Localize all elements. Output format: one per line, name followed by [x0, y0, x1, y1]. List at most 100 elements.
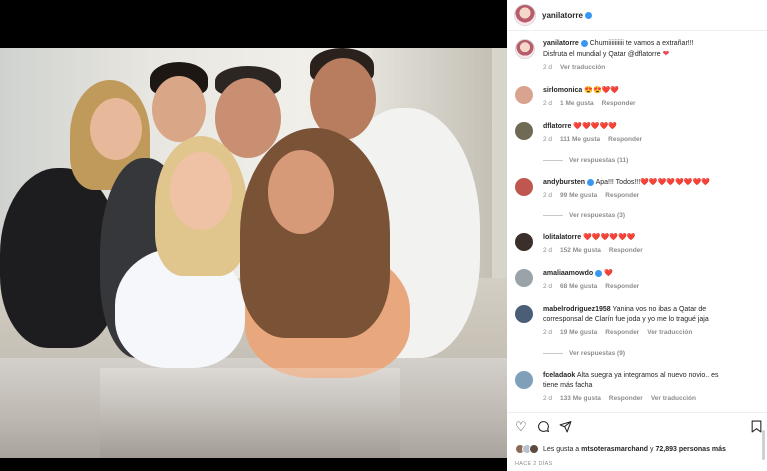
scrollbar[interactable] — [762, 430, 765, 460]
caption-username[interactable]: yanilatorre — [543, 40, 579, 47]
comment-text-1: Yanina vos no ibas a Qatar de — [612, 306, 707, 313]
caption-meta: 2 d Ver traducción — [543, 63, 761, 73]
reply-button[interactable]: Responder — [609, 247, 643, 254]
author-username[interactable]: yanilatorre — [542, 11, 583, 20]
comment-likes[interactable]: 111 Me gusta — [560, 136, 600, 143]
comment-likes[interactable]: 152 Me gusta — [560, 247, 601, 254]
comment-username[interactable]: andybursten — [543, 179, 585, 186]
comment-likes[interactable]: 133 Me gusta — [560, 395, 601, 402]
verified-badge-icon — [595, 269, 603, 277]
comment-likes[interactable]: 99 Me gusta — [560, 192, 597, 199]
comment-username[interactable]: mabelrodriguez1958 — [543, 306, 611, 313]
photo-reflection — [100, 368, 400, 458]
comment-body: andybursten Apa!!! Todos!!!❤️❤️❤️❤️❤️❤️❤… — [543, 178, 761, 201]
comment-username[interactable]: lolitalatorre — [543, 234, 581, 241]
divider — [507, 412, 767, 413]
likes-middle: y — [650, 445, 654, 453]
comment-text-2: corresponsal de Clarín fue joda y yo me … — [543, 316, 709, 323]
liker-avatar — [529, 444, 539, 454]
reply-button[interactable]: Responder — [609, 395, 643, 402]
comment-text: Apa!!! Todos!!!❤️❤️❤️❤️❤️❤️❤️❤️ — [595, 179, 710, 186]
comment-meta: 2 d 111 Me gusta Responder — [543, 135, 761, 145]
comment-text: ❤️❤️❤️❤️❤️ — [573, 123, 617, 130]
view-replies-button[interactable]: Ver respuestas (9) — [543, 350, 625, 357]
comment-body: amaliaamowdo ❤️ 2 d 68 Me gusta Responder — [543, 269, 761, 292]
comment-meta: 2 d 1 Me gusta Responder — [543, 99, 761, 109]
view-replies-button[interactable]: Ver respuestas (11) — [543, 157, 628, 164]
comment-meta: 2 d 68 Me gusta Responder — [543, 282, 761, 292]
comment-text: 😍😍❤️❤️ — [584, 87, 620, 94]
comment-meta: 2 d 19 Me gusta Responder Ver traducción — [543, 328, 761, 338]
comments-panel: yanilatorre yanilatorre Chumiiiiiiiiii t… — [507, 0, 767, 471]
comment-likes[interactable]: 1 Me gusta — [560, 100, 594, 107]
author-avatar[interactable] — [514, 4, 536, 26]
comment-meta: 2 d 133 Me gusta Responder Ver traducción — [543, 394, 761, 404]
comment-text-1: Alta suegra ya integramos al nuevo novio… — [576, 372, 719, 379]
photo-person-1-face — [90, 98, 142, 160]
comment-username[interactable]: amaliaamowdo — [543, 270, 593, 277]
caption-text-2: Disfruta el mundial y Qatar @dflatorre — [543, 51, 661, 58]
reply-button[interactable]: Responder — [608, 136, 642, 143]
comment-time: 2 d — [543, 395, 553, 402]
translate-button[interactable]: Ver traducción — [651, 395, 696, 402]
caption-body: yanilatorre Chumiiiiiiiiii te vamos a ex… — [543, 39, 761, 73]
comment-body: sirlomonica 😍😍❤️❤️ 2 d 1 Me gusta Responde… — [543, 86, 761, 109]
comment-avatar[interactable] — [515, 178, 533, 196]
verified-badge-icon — [584, 11, 592, 19]
comment-meta: 2 d 152 Me gusta Responder — [543, 246, 761, 256]
comment-likes[interactable]: 68 Me gusta — [560, 283, 597, 290]
comment-text-2: tiene más facha — [543, 382, 593, 389]
reply-button[interactable]: Responder — [605, 329, 639, 336]
reply-button[interactable]: Responder — [605, 283, 639, 290]
comment-time: 2 d — [543, 192, 553, 199]
likes-prefix: Les gusta a — [543, 445, 580, 453]
comment-time: 2 d — [543, 136, 553, 143]
post-photo[interactable] — [0, 48, 507, 458]
comment-text: ❤️ — [604, 270, 613, 277]
comment-time: 2 d — [543, 329, 553, 336]
likes-user[interactable]: mtsoterasmarchand — [581, 446, 648, 453]
comment-time: 2 d — [543, 247, 553, 254]
caption-text-1: Chumiiiiiiiiii te vamos a extrañar!!! — [589, 40, 694, 47]
caption-avatar[interactable] — [515, 39, 535, 59]
heart-emoji-icon: ❤ — [662, 49, 670, 58]
comment-likes[interactable]: 19 Me gusta — [560, 329, 597, 336]
comment-avatar[interactable] — [515, 86, 533, 104]
comment-username[interactable]: fceladaok — [543, 372, 575, 379]
share-icon[interactable] — [559, 420, 572, 436]
comment-avatar[interactable] — [515, 269, 533, 287]
comment-time: 2 d — [543, 283, 553, 290]
verified-badge-icon — [580, 39, 588, 47]
comment-text: ❤️❤️❤️❤️❤️❤️ — [583, 234, 636, 241]
photo-person-2-face — [152, 76, 206, 142]
reply-button[interactable]: Responder — [602, 100, 636, 107]
post-date: HACE 2 DÍAS — [515, 461, 553, 467]
likes-summary: Les gusta a mtsoterasmarchand y 72,893 p… — [515, 444, 726, 454]
comment-meta: 2 d 99 Me gusta Responder — [543, 191, 761, 201]
heart-icon[interactable]: ♡ — [515, 420, 527, 434]
likes-count[interactable]: 72,893 personas más — [655, 446, 725, 453]
comment-username[interactable]: sirlomonica — [543, 87, 582, 94]
photo-person-6-face — [268, 150, 334, 234]
bookmark-icon[interactable] — [751, 420, 762, 436]
comment-body: dflatorre ❤️❤️❤️❤️❤️ 2 d 111 Me gusta Resp… — [543, 122, 761, 145]
post-photo-pane — [0, 0, 507, 471]
comment-username[interactable]: dflatorre — [543, 123, 571, 130]
verified-badge-icon — [587, 178, 595, 186]
comment-time: 2 d — [543, 100, 553, 107]
caption-translate[interactable]: Ver traducción — [560, 64, 605, 71]
caption-time: 2 d — [543, 64, 553, 71]
comment-body: lolitalatorre ❤️❤️❤️❤️❤️❤️ 2 d 152 Me gus… — [543, 233, 761, 256]
comment-icon[interactable] — [537, 420, 550, 436]
comment-avatar[interactable] — [515, 371, 533, 389]
photo-person-5-face — [170, 152, 232, 230]
view-replies-button[interactable]: Ver respuestas (3) — [543, 212, 625, 219]
comment-body: fceladaok Alta suegra ya integramos al n… — [543, 371, 761, 404]
comment-body: mabelrodriguez1958 Yanina vos no ibas a … — [543, 305, 761, 338]
comment-avatar[interactable] — [515, 122, 533, 140]
reply-button[interactable]: Responder — [605, 192, 639, 199]
comment-avatar[interactable] — [515, 305, 533, 323]
comment-avatar[interactable] — [515, 233, 533, 251]
post-header: yanilatorre — [507, 0, 767, 31]
translate-button[interactable]: Ver traducción — [647, 329, 692, 336]
